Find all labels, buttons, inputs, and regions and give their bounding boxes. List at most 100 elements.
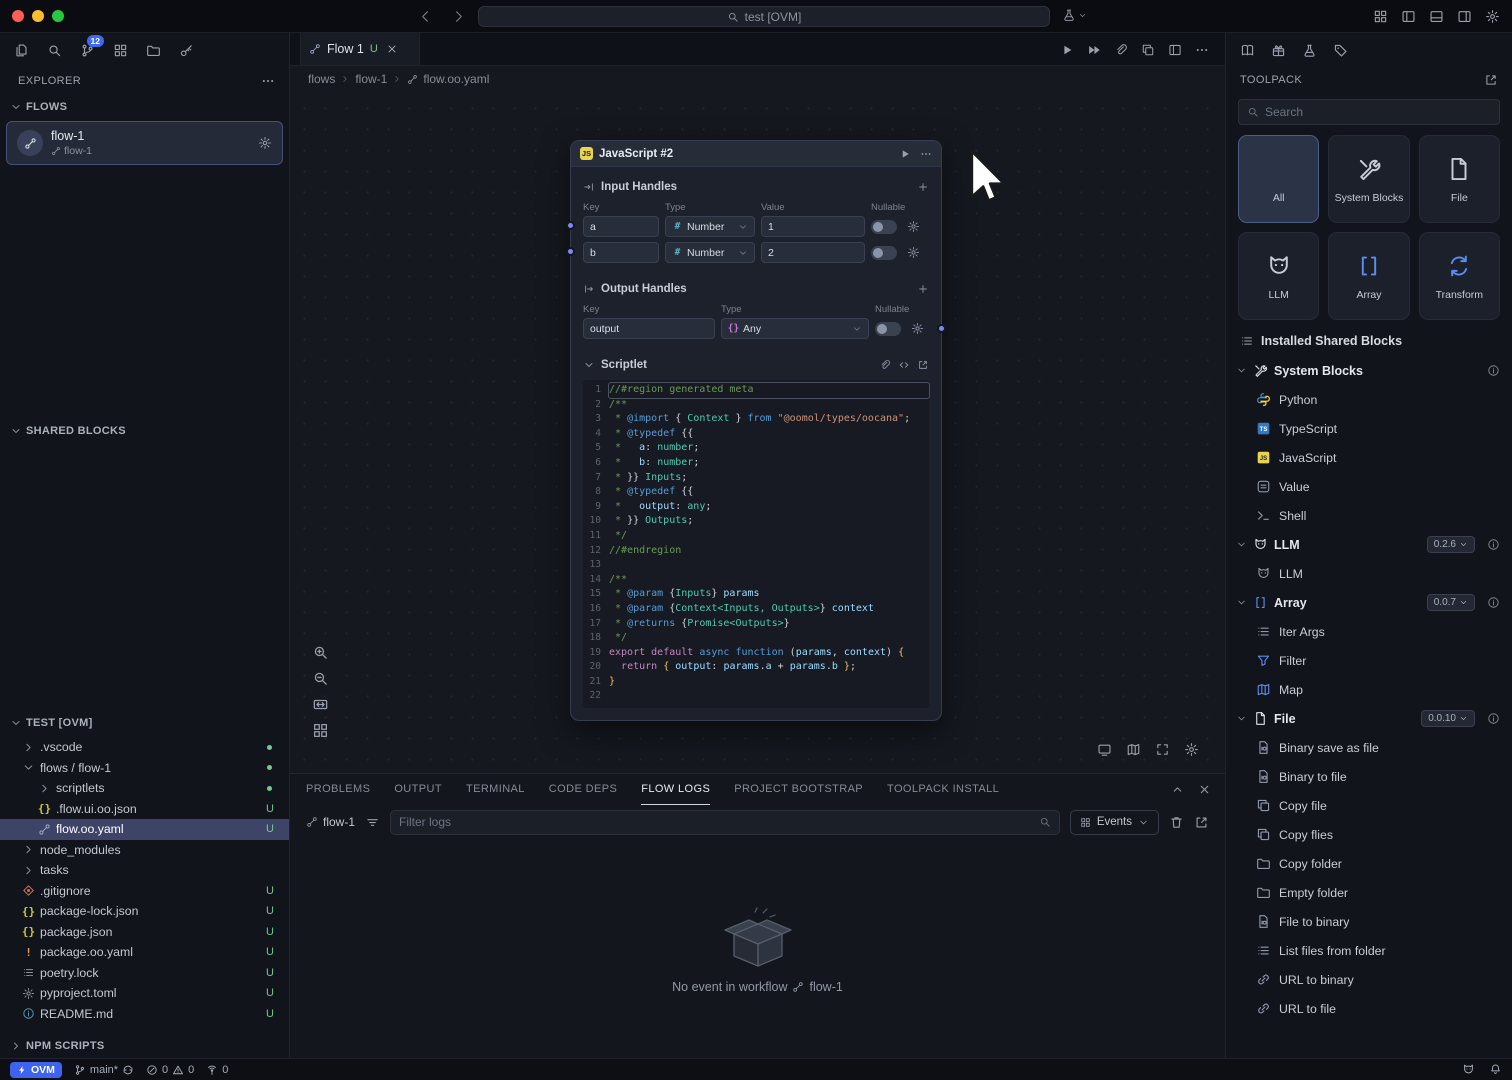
file-row-package-lock-json[interactable]: {}package-lock.jsonU [0, 901, 289, 922]
block-item-python[interactable]: Python [1226, 385, 1512, 414]
scriptlet-section[interactable]: Scriptlet [583, 354, 929, 376]
more-actions-icon[interactable] [261, 74, 275, 88]
block-item-empty-folder[interactable]: Empty folder [1226, 878, 1512, 907]
breadcrumb-item[interactable]: flow-1 [355, 72, 387, 86]
file-row--vscode[interactable]: .vscode [0, 737, 289, 758]
block-item-copy-folder[interactable]: Copy folder [1226, 849, 1512, 878]
panel-tab-flow-logs[interactable]: FLOW LOGS [641, 774, 710, 805]
value-field[interactable]: 2 [761, 242, 865, 263]
tab-flow-1[interactable]: Flow 1 U [300, 33, 420, 65]
forward-icon[interactable] [451, 9, 466, 24]
panel-tab-output[interactable]: OUTPUT [394, 774, 442, 805]
toolpack-tile-array[interactable]: Array [1328, 232, 1409, 320]
toggle-sidebar-icon[interactable] [1401, 9, 1416, 24]
packages-icon[interactable] [1271, 43, 1286, 58]
maximize-window-button[interactable] [52, 10, 64, 22]
handle-settings-icon[interactable] [907, 220, 920, 233]
close-window-button[interactable] [12, 10, 24, 22]
key-field[interactable]: output [583, 318, 715, 339]
panel-tab-terminal[interactable]: TERMINAL [466, 774, 525, 805]
block-item-filter[interactable]: Filter [1226, 646, 1512, 675]
nullable-toggle[interactable] [875, 322, 901, 336]
block-item-copy-flies[interactable]: Copy flies [1226, 820, 1512, 849]
block-item-copy-file[interactable]: Copy file [1226, 791, 1512, 820]
block-group-llm[interactable]: LLM0.2.6 [1226, 530, 1512, 559]
back-icon[interactable] [418, 9, 433, 24]
block-item-value[interactable]: Value [1226, 472, 1512, 501]
workspace-section-header[interactable]: TEST [OVM] [0, 711, 289, 735]
docs-icon[interactable] [1240, 43, 1255, 58]
edit-code-icon[interactable] [898, 359, 910, 371]
attach-icon[interactable] [1114, 43, 1128, 57]
block-group-file[interactable]: File0.0.10 [1226, 704, 1512, 733]
extensions-view-button[interactable] [108, 38, 132, 62]
fit-view-icon[interactable] [312, 696, 329, 713]
version-select[interactable]: 0.0.7 [1427, 594, 1475, 611]
panel-tab-problems[interactable]: PROBLEMS [306, 774, 370, 805]
bell-icon[interactable] [1489, 1063, 1502, 1076]
file-row-scriptlets[interactable]: scriptlets [0, 778, 289, 799]
attach-icon[interactable] [879, 359, 891, 371]
run-all-icon[interactable] [1087, 43, 1101, 57]
block-item-map[interactable]: Map [1226, 675, 1512, 704]
branch-indicator[interactable]: main* [74, 1064, 134, 1076]
settings-gear-icon[interactable] [1485, 9, 1500, 24]
flow-card[interactable]: flow-1 flow-1 [6, 121, 283, 165]
toggle-panel-icon[interactable] [1429, 9, 1444, 24]
toolpack-tile-transform[interactable]: Transform [1419, 232, 1500, 320]
nullable-toggle[interactable] [871, 246, 897, 260]
key-field[interactable]: b [583, 242, 659, 263]
info-icon[interactable] [1487, 538, 1500, 551]
input-port-b[interactable] [566, 247, 575, 256]
beaker-icon[interactable] [1302, 43, 1317, 58]
panel-tab-code-deps[interactable]: CODE DEPS [549, 774, 617, 805]
flow-selector[interactable]: flow-1 [306, 815, 355, 829]
duplicate-icon[interactable] [1141, 43, 1155, 57]
block-item-url-to-file[interactable]: URL to file [1226, 994, 1512, 1023]
handle-settings-icon[interactable] [911, 322, 924, 335]
file-row-flow-oo-yaml[interactable]: flow.oo.yamlU [0, 819, 289, 840]
canvas-settings-icon[interactable] [1184, 742, 1199, 757]
tag-icon[interactable] [1333, 43, 1348, 58]
maximize-panel-icon[interactable] [1171, 783, 1184, 796]
close-tab-icon[interactable] [386, 43, 398, 55]
run-flow-icon[interactable] [1060, 43, 1074, 57]
file-row-tasks[interactable]: tasks [0, 860, 289, 881]
file-row-node-modules[interactable]: node_modules [0, 840, 289, 861]
block-item-list-files-from-folder[interactable]: List files from folder [1226, 936, 1512, 965]
block-item-binary-to-file[interactable]: Binary to file [1226, 762, 1512, 791]
toolpack-tile-llm[interactable]: LLM [1238, 232, 1319, 320]
add-input-icon[interactable] [917, 181, 929, 193]
source-control-view-button[interactable]: 12 [75, 38, 99, 62]
shared-blocks-section-header[interactable]: SHARED BLOCKS [0, 419, 289, 443]
input-port-a[interactable] [566, 221, 575, 230]
info-icon[interactable] [1487, 712, 1500, 725]
block-item-typescript[interactable]: TSTypeScript [1226, 414, 1512, 443]
npm-scripts-section-header[interactable]: NPM SCRIPTS [0, 1034, 289, 1058]
block-item-javascript[interactable]: JSJavaScript [1226, 443, 1512, 472]
cat-icon[interactable] [1462, 1063, 1475, 1076]
flow-settings-icon[interactable] [258, 136, 272, 150]
panel-tab-toolpack-install[interactable]: TOOLPACK INSTALL [887, 774, 999, 805]
file-row-poetry-lock[interactable]: poetry.lockU [0, 963, 289, 984]
node-header[interactable]: JS JavaScript #2 [571, 141, 941, 167]
clear-logs-icon[interactable] [1169, 815, 1184, 830]
problems-indicator[interactable]: 0 0 [146, 1064, 194, 1076]
panel-tab-project-bootstrap[interactable]: PROJECT BOOTSTRAP [734, 774, 863, 805]
type-select[interactable]: # Number [665, 242, 755, 263]
log-level-filter-icon[interactable] [365, 815, 380, 830]
minimize-window-button[interactable] [32, 10, 44, 22]
zoom-in-icon[interactable] [312, 644, 329, 661]
profile-switcher[interactable] [1062, 8, 1087, 22]
file-row-package-json[interactable]: {}package.jsonU [0, 922, 289, 943]
block-item-file-to-binary[interactable]: File to binary [1226, 907, 1512, 936]
customize-layout-icon[interactable] [1373, 9, 1388, 24]
file-row-package-oo-yaml[interactable]: !package.oo.yamlU [0, 942, 289, 963]
block-group-system-blocks[interactable]: System Blocks [1226, 356, 1512, 385]
close-panel-icon[interactable] [1198, 783, 1211, 796]
node-menu-icon[interactable] [920, 148, 932, 160]
add-output-icon[interactable] [917, 283, 929, 295]
ports-indicator[interactable]: 0 [206, 1064, 228, 1076]
events-dropdown[interactable]: Events [1070, 810, 1159, 835]
key-field[interactable]: a [583, 216, 659, 237]
